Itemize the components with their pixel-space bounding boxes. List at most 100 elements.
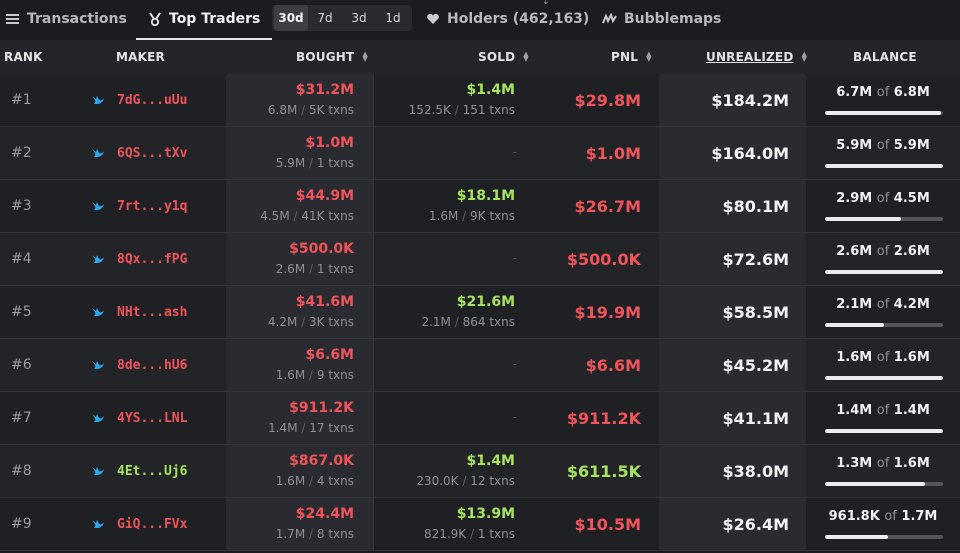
table-row[interactable]: #9 GiQ...FVx $24.4M 1.7M / 8 txns $13.9M… (0, 498, 960, 551)
maker-cell[interactable]: 6QS...tXv (54, 127, 226, 179)
heart-icon (426, 13, 440, 25)
maker-cell[interactable]: NHt...ash (54, 286, 226, 338)
balance-bar (825, 217, 943, 221)
maker-cell[interactable]: 4Et...Uj6 (54, 445, 226, 497)
balance-total: 4.5M (893, 191, 930, 206)
sold-amount: $18.1M (456, 188, 515, 204)
bought-cell: $867.0K 1.6M / 4 txns (226, 445, 374, 497)
balance-bar-fill (825, 535, 888, 539)
tab-holders[interactable]: Holders (462,163) (426, 0, 589, 38)
rank-cell: #1 (11, 92, 32, 108)
table-row[interactable]: #4 8Qx...fPG $500.0K 2.6M / 1 txns - $50… (0, 233, 960, 286)
unrealized-cell: $38.0M (659, 445, 806, 497)
pnl-cell: $611.5K (566, 461, 641, 481)
maker-address[interactable]: GiQ...FVx (117, 517, 187, 532)
balance-of: of (876, 191, 890, 206)
balance-bar (825, 376, 943, 380)
maker-address[interactable]: 7rt...y1q (117, 199, 187, 214)
balance-total: 5.9M (893, 138, 930, 153)
balance-of: of (884, 509, 897, 524)
unrealized-cell: $41.1M (659, 392, 806, 444)
sold-cell: - (374, 339, 534, 391)
unrealized-cell: $80.1M (659, 180, 806, 232)
pnl-cell: $29.8M (574, 90, 641, 110)
column-unrealized[interactable]: UNREALIZED ▲ ▼ (706, 40, 807, 74)
maker-cell[interactable]: GiQ...FVx (54, 498, 226, 550)
period-3d[interactable]: 3d (342, 5, 376, 31)
balance-of: of (876, 456, 890, 471)
balance-cell: 5.9M of 5.9M (806, 127, 960, 179)
column-balance: BALANCE (853, 40, 917, 74)
balance-total: 2.6M (893, 244, 930, 259)
maker-cell[interactable]: 8Qx...fPG (54, 233, 226, 285)
sort-icon[interactable]: ▲ ▼ (801, 51, 807, 63)
maker-cell[interactable]: 4YS...LNL (54, 392, 226, 444)
tab-transactions[interactable]: Transactions (6, 0, 127, 38)
column-pnl[interactable]: PNL ▲ ▼ (611, 40, 652, 74)
whale-icon (91, 465, 117, 477)
balance-bar-fill (825, 482, 926, 486)
balance-cell: 1.6M of 1.6M (806, 339, 960, 391)
column-label: UNREALIZED (706, 50, 794, 64)
table-row[interactable]: #2 6QS...tXv $1.0M 5.9M / 1 txns - $1.0M… (0, 127, 960, 180)
bought-tokens: 1.6M (275, 474, 306, 488)
table-row[interactable]: #5 NHt...ash $41.6M 4.2M / 3K txns $21.6… (0, 286, 960, 339)
bought-txns: 17 txns (309, 421, 354, 435)
sort-icon[interactable]: ▲ ▼ (523, 51, 529, 63)
table-row[interactable]: #3 7rt...y1q $44.9M 4.5M / 41K txns $18.… (0, 180, 960, 233)
balance-text: 2.1M of 4.2M (806, 297, 960, 312)
maker-address[interactable]: NHt...ash (117, 305, 187, 320)
rank-cell: #6 (11, 357, 32, 373)
sold-empty: - (512, 357, 517, 371)
bought-txns: 41K txns (301, 209, 354, 223)
column-bought[interactable]: BOUGHT ▲ ▼ (296, 40, 368, 74)
period-7d[interactable]: 7d (308, 5, 342, 31)
sold-cell: - (374, 127, 534, 179)
pnl-cell: $1.0M (585, 143, 641, 163)
pnl-cell: $26.7M (574, 196, 641, 216)
whale-icon (91, 147, 117, 159)
balance-cell: 2.1M of 4.2M (806, 286, 960, 338)
unrealized-cell: $164.0M (659, 127, 806, 179)
balance-total: 1.7M (901, 509, 938, 524)
sold-cell: $1.4M 230.0K / 12 txns (374, 445, 534, 497)
table-row[interactable]: #6 8de...hU6 $6.6M 1.6M / 9 txns - $6.6M… (0, 339, 960, 392)
bought-amount: $500.0K (289, 241, 354, 257)
sold-cell: $18.1M 1.6M / 9K txns (374, 180, 534, 232)
column-label: PNL (611, 50, 639, 64)
table-row[interactable]: #1 7dG...uUu $31.2M 6.8M / 5K txns $1.4M… (0, 74, 960, 127)
maker-address[interactable]: 7dG...uUu (117, 93, 187, 108)
maker-address[interactable]: 4Et...Uj6 (117, 464, 187, 479)
column-sold[interactable]: SOLD ▲ ▼ (478, 40, 529, 74)
table-row[interactable]: #7 4YS...LNL $911.2K 1.4M / 17 txns - $9… (0, 392, 960, 445)
table-row[interactable]: #8 4Et...Uj6 $867.0K 1.6M / 4 txns $1.4M… (0, 445, 960, 498)
maker-cell[interactable]: 7dG...uUu (54, 74, 226, 126)
balance-bar (825, 270, 943, 274)
period-1d[interactable]: 1d (376, 5, 410, 31)
bought-txns: 8 txns (316, 527, 354, 541)
maker-address[interactable]: 4YS...LNL (117, 411, 187, 426)
sort-icon[interactable]: ▲ ▼ (646, 51, 652, 63)
bought-txns: 4 txns (316, 474, 354, 488)
rank-cell: #3 (11, 198, 32, 214)
tab-top-traders[interactable]: Top Traders (136, 0, 273, 40)
bought-cell: $44.9M 4.5M / 41K txns (226, 180, 374, 232)
sold-tokens: 821.9K (423, 527, 467, 541)
sold-cell: $13.9M 821.9K / 1 txns (374, 498, 534, 550)
whale-icon (91, 359, 117, 371)
sort-icon[interactable]: ▲ ▼ (362, 51, 368, 63)
medal-icon (148, 12, 162, 26)
sold-amount: $1.4M (466, 82, 515, 98)
tab-bubblemaps[interactable]: Bubblemaps (602, 0, 721, 38)
maker-address[interactable]: 6QS...tXv (117, 146, 187, 161)
maker-cell[interactable]: 7rt...y1q (54, 180, 226, 232)
maker-address[interactable]: 8de...hU6 (117, 358, 187, 373)
maker-cell[interactable]: 8de...hU6 (54, 339, 226, 391)
balance-text: 1.4M of 1.4M (806, 403, 960, 418)
maker-address[interactable]: 8Qx...fPG (117, 252, 187, 267)
unrealized-cell: $72.6M (659, 233, 806, 285)
period-30d[interactable]: 30d (274, 5, 308, 31)
balance-bar (825, 429, 943, 433)
sold-tokens: 2.1M (421, 315, 451, 329)
balance-bar (825, 535, 943, 539)
